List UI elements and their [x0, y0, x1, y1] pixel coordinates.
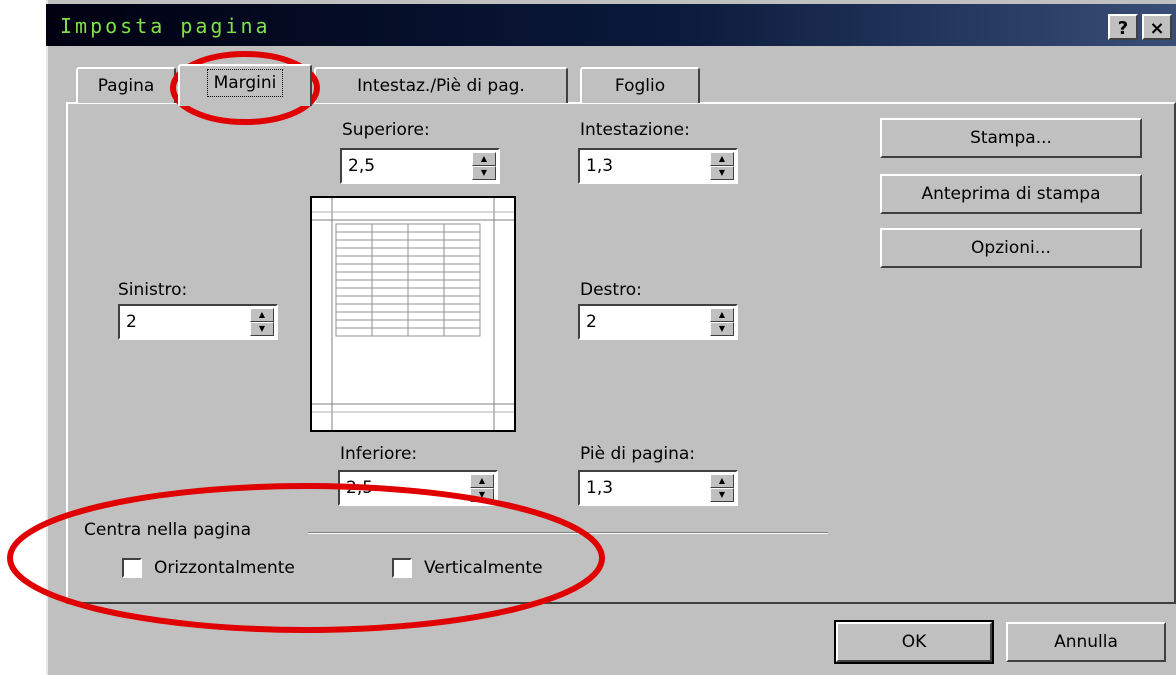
tab-margini[interactable]: Margini: [178, 64, 312, 106]
annotation-ellipse-centra: [7, 483, 605, 633]
annotation-overlay: [7, 51, 605, 633]
tab-label: Margini: [206, 69, 284, 97]
